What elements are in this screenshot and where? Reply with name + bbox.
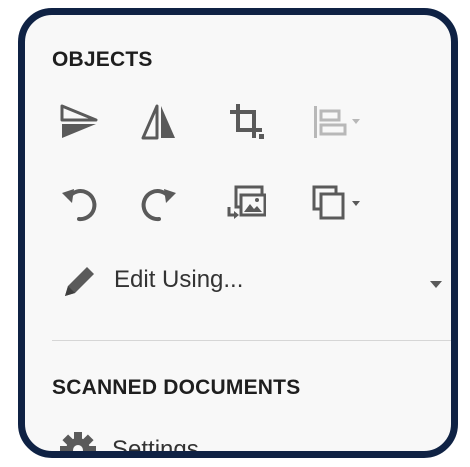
flip-horizontal-triangle-icon[interactable] <box>57 100 101 144</box>
rotate-counterclockwise-icon[interactable] <box>57 181 101 225</box>
edit-using-label: Edit Using... <box>114 266 244 293</box>
pencil-icon <box>57 260 101 304</box>
crop-icon[interactable] <box>224 100 268 144</box>
section-divider <box>52 340 451 341</box>
scanned-documents-heading: SCANNED DOCUMENTS <box>52 376 301 399</box>
gear-icon <box>56 428 100 451</box>
align-objects-dropdown-icon[interactable] <box>310 100 366 144</box>
replace-image-icon[interactable] <box>224 181 268 225</box>
settings-label: Settings <box>112 436 199 458</box>
settings-button[interactable]: Settings <box>52 428 352 458</box>
objects-heading: OBJECTS <box>52 48 153 71</box>
rotate-clockwise-icon[interactable] <box>137 181 181 225</box>
arrange-dropdown-icon[interactable] <box>310 181 366 225</box>
chevron-down-icon <box>430 276 442 294</box>
objects-panel: OBJECTS Edit Using... SCANNED DOCUMENTS … <box>18 8 458 458</box>
mirror-vertical-icon[interactable] <box>137 100 181 144</box>
edit-using-dropdown[interactable]: Edit Using... <box>52 258 451 304</box>
